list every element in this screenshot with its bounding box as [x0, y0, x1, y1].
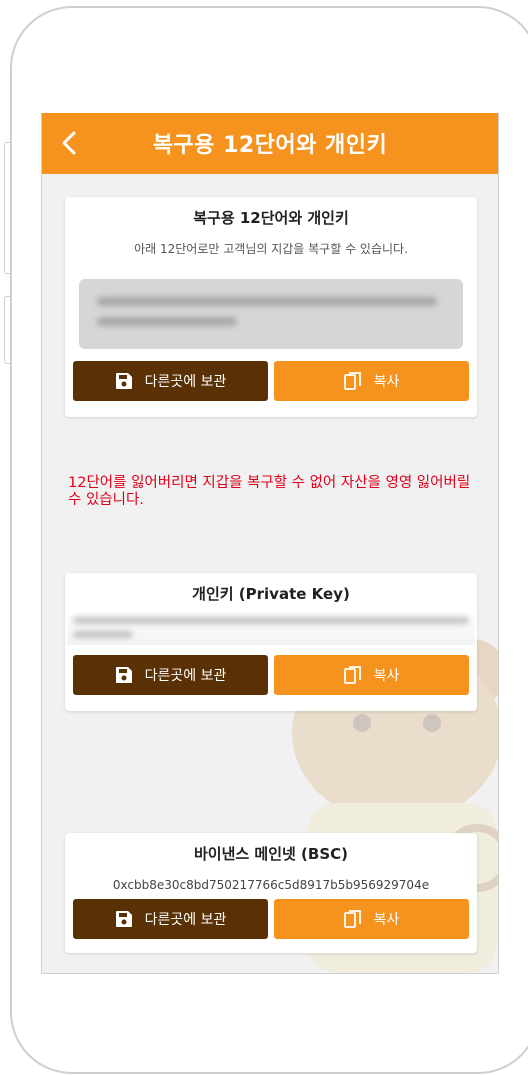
network-card: 바이낸스 메인넷 (BSC) 0xcbb8e30c8bd750217766c5d… — [65, 833, 477, 953]
save-button-label: 다른곳에 보관 — [144, 374, 227, 390]
save-icon — [115, 373, 132, 389]
copy-icon — [343, 372, 361, 390]
copy-button-label: 복사 — [373, 374, 400, 390]
recovery-card: 복구용 12단어와 개인키 아래 12단어로만 고객님의 지갑을 복구할 수 있… — [65, 197, 477, 417]
copy-button-label: 복사 — [373, 912, 400, 928]
copy-icon — [343, 666, 361, 684]
save-elsewhere-button[interactable]: 다른곳에 보관 — [73, 899, 268, 939]
copy-button[interactable]: 복사 — [274, 361, 469, 401]
save-elsewhere-button[interactable]: 다른곳에 보관 — [73, 361, 268, 401]
save-button-label: 다른곳에 보관 — [144, 668, 227, 684]
wallet-address[interactable]: 0xcbb8e30c8bd750217766c5d8917b5b95692970… — [65, 878, 477, 892]
app-screen: M 복구용 12단어와 개인키 복구용 12단어와 개인키 아래 12단어로만 … — [41, 113, 499, 974]
private-key-blurred[interactable] — [67, 611, 475, 645]
network-card-title: 바이낸스 메인넷 (BSC) — [193, 845, 348, 863]
mnemonic-blurred-box[interactable] — [79, 279, 463, 349]
recovery-card-title: 복구용 12단어와 개인키 — [193, 209, 349, 227]
app-bar: 복구용 12단어와 개인키 — [42, 113, 498, 174]
save-elsewhere-button[interactable]: 다른곳에 보관 — [73, 655, 268, 695]
save-icon — [115, 667, 132, 683]
save-icon — [115, 911, 132, 927]
page-title: 복구용 12단어와 개인키 — [152, 133, 388, 158]
save-button-label: 다른곳에 보관 — [144, 912, 227, 928]
canvas: M 복구용 12단어와 개인키 복구용 12단어와 개인키 아래 12단어로만 … — [0, 0, 528, 1075]
recovery-card-description: 아래 12단어로만 고객님의 지갑을 복구할 수 있습니다. — [134, 242, 408, 256]
copy-icon — [343, 910, 361, 928]
copy-button[interactable]: 복사 — [274, 655, 469, 695]
warning-message: 12단어를 잃어버리면 지갑을 복구할 수 없어 자산을 영영 잃어버릴 수 있… — [68, 475, 471, 508]
private-key-card: 개인키 (Private Key) 다른곳에 보관 복사 — [65, 573, 477, 711]
private-key-card-title: 개인키 (Private Key) — [192, 585, 350, 603]
copy-button[interactable]: 복사 — [274, 899, 469, 939]
copy-button-label: 복사 — [373, 668, 400, 684]
